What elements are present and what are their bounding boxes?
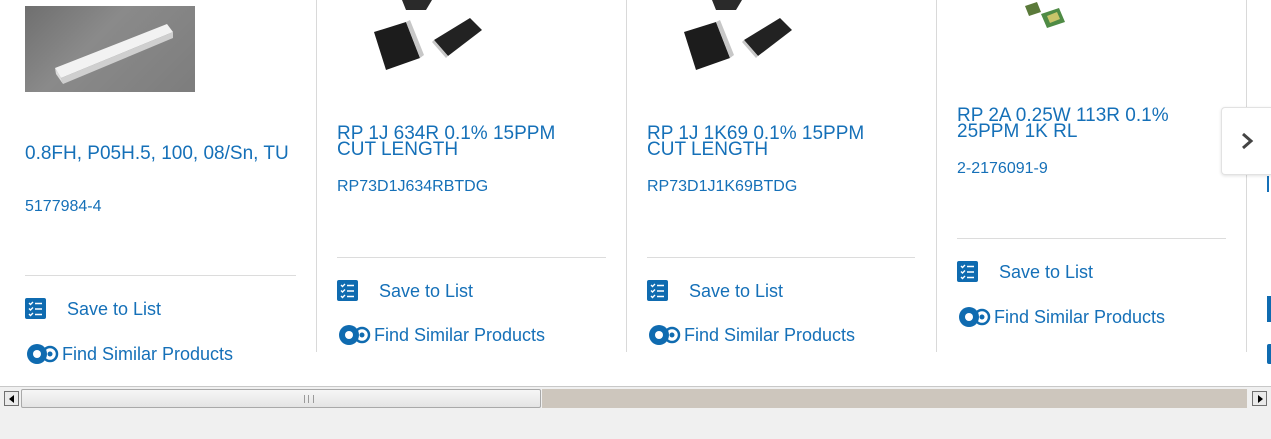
find-similar-label: Find Similar Products xyxy=(374,325,546,345)
find-similar-label: Find Similar Products xyxy=(994,307,1166,327)
save-to-list-button[interactable]: Save to List xyxy=(647,280,783,301)
divider xyxy=(647,257,915,258)
gears-icon xyxy=(647,323,681,347)
save-to-list-label: Save to List xyxy=(67,298,162,319)
divider xyxy=(957,238,1226,239)
page-footer-area xyxy=(0,411,1271,439)
save-to-list-label: Save to List xyxy=(379,280,474,301)
chevron-right-icon xyxy=(1242,132,1254,150)
product-image[interactable] xyxy=(25,6,195,92)
product-image[interactable] xyxy=(672,0,802,80)
divider xyxy=(337,257,606,258)
save-to-list-label: Save to List xyxy=(689,280,784,301)
part-number-partial xyxy=(1267,176,1269,192)
product-image[interactable] xyxy=(997,0,1117,30)
find-similar-button[interactable]: Find Similar Products xyxy=(25,342,233,366)
checklist-icon xyxy=(25,298,46,319)
part-number[interactable]: 5177984-4 xyxy=(25,198,102,216)
product-title[interactable]: RP 2A 0.25W 113R 0.1% 25PPM 1K RL xyxy=(957,106,1217,141)
gears-icon xyxy=(25,342,59,366)
find-similar-button[interactable]: Find Similar Products xyxy=(957,305,1165,329)
product-title[interactable]: RP 1J 1K69 0.1% 15PPM CUT LENGTH xyxy=(647,124,907,159)
product-card: RP 1J 634R 0.1% 15PPM CUT LENGTH RP73D1J… xyxy=(317,0,626,360)
carousel-next-button[interactable] xyxy=(1221,107,1271,175)
scroll-right-button[interactable] xyxy=(1252,391,1267,406)
product-title[interactable]: RP 1J 634R 0.1% 15PPM CUT LENGTH xyxy=(337,124,597,159)
grip-icon xyxy=(304,395,314,403)
arrow-left-icon xyxy=(8,394,14,403)
product-card: RP 1J 1K69 0.1% 15PPM CUT LENGTH RP73D1J… xyxy=(627,0,936,360)
horizontal-scrollbar[interactable] xyxy=(0,386,1271,412)
checklist-icon xyxy=(957,261,978,282)
save-to-list-button[interactable]: Save to List xyxy=(957,261,1093,282)
find-similar-button[interactable]: Find Similar Products xyxy=(647,323,855,347)
product-card: RP 2A 0.25W 113R 0.1% 25PPM 1K RL 2-2176… xyxy=(937,0,1246,360)
find-similar-label: Find Similar Products xyxy=(62,344,234,364)
checklist-icon-partial xyxy=(1267,296,1271,322)
save-to-list-label: Save to List xyxy=(999,261,1094,282)
part-number[interactable]: 2-2176091-9 xyxy=(957,160,1048,178)
partial-product-card xyxy=(1247,0,1271,364)
scroll-left-button[interactable] xyxy=(4,391,19,406)
product-card: 0.8FH, P05H.5, 100, 08/Sn, TU 5177984-4 … xyxy=(0,0,316,364)
scrollbar-track[interactable] xyxy=(542,389,1247,408)
save-to-list-button[interactable]: Save to List xyxy=(25,298,161,319)
divider xyxy=(25,275,296,276)
part-number[interactable]: RP73D1J1K69BTDG xyxy=(647,178,797,196)
product-carousel: 0.8FH, P05H.5, 100, 08/Sn, TU 5177984-4 … xyxy=(0,0,1271,380)
part-number[interactable]: RP73D1J634RBTDG xyxy=(337,178,488,196)
find-similar-label: Find Similar Products xyxy=(684,325,856,345)
scrollbar-thumb[interactable] xyxy=(21,389,541,408)
gears-icon xyxy=(337,323,371,347)
product-image[interactable] xyxy=(362,0,492,80)
gears-icon xyxy=(957,305,991,329)
product-title[interactable]: 0.8FH, P05H.5, 100, 08/Sn, TU xyxy=(25,144,305,163)
gears-icon-partial xyxy=(1267,344,1271,364)
find-similar-button[interactable]: Find Similar Products xyxy=(337,323,545,347)
save-to-list-button[interactable]: Save to List xyxy=(337,280,473,301)
arrow-right-icon xyxy=(1257,394,1263,403)
checklist-icon xyxy=(337,280,358,301)
checklist-icon xyxy=(647,280,668,301)
